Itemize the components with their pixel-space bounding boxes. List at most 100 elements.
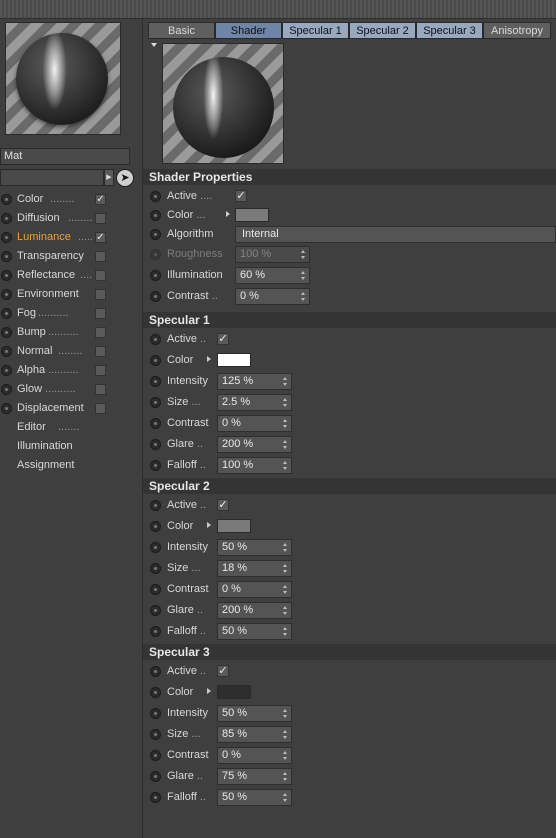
channel-color[interactable]: Color ........ ✓ [0, 190, 140, 209]
specular-intensity-field[interactable]: 125 % [217, 373, 292, 390]
specular-color-swatch[interactable] [217, 685, 251, 699]
anim-radio[interactable] [150, 771, 161, 782]
specular-color-swatch[interactable] [217, 519, 251, 533]
channel-luminance[interactable]: Luminance ........ ✓ [0, 228, 140, 247]
channel-checkbox[interactable] [95, 270, 106, 281]
anim-radio[interactable] [150, 355, 161, 366]
anim-radio[interactable] [150, 792, 161, 803]
shader-preview[interactable] [162, 43, 284, 164]
anim-radio[interactable] [150, 291, 161, 302]
contrast-field[interactable]: 0 % [235, 288, 310, 305]
color-expand-icon[interactable] [207, 522, 211, 528]
channel-radio[interactable] [1, 232, 12, 243]
channel-displacement[interactable]: Displacement [0, 399, 140, 418]
anim-radio[interactable] [150, 584, 161, 595]
anim-radio[interactable] [150, 542, 161, 553]
spinner-icon[interactable] [283, 627, 288, 636]
specular-intensity-field[interactable]: 50 % [217, 705, 292, 722]
illumination-item[interactable]: Illumination [0, 437, 140, 456]
channel-radio[interactable] [1, 384, 12, 395]
channel-fog[interactable]: Fog .......... [0, 304, 140, 323]
anim-radio[interactable] [150, 376, 161, 387]
color-expand-icon[interactable] [207, 356, 211, 362]
channel-environment[interactable]: Environment [0, 285, 140, 304]
spinner-icon[interactable] [301, 271, 306, 280]
specular-active-checkbox[interactable]: ✓ [217, 499, 229, 511]
tab-specular-3[interactable]: Specular 3 [416, 22, 483, 39]
spinner-icon[interactable] [283, 585, 288, 594]
shader-color-swatch[interactable] [235, 208, 269, 222]
anim-radio[interactable] [150, 460, 161, 471]
tab-specular-1[interactable]: Specular 1 [282, 22, 349, 39]
specular-active-checkbox[interactable]: ✓ [217, 665, 229, 677]
anim-radio[interactable] [150, 334, 161, 345]
anim-radio[interactable] [150, 500, 161, 511]
spinner-icon[interactable] [283, 730, 288, 739]
channel-radio[interactable] [1, 365, 12, 376]
spinner-icon[interactable] [283, 377, 288, 386]
specular-active-checkbox[interactable]: ✓ [217, 333, 229, 345]
specular-intensity-field[interactable]: 50 % [217, 539, 292, 556]
specular-size-field[interactable]: 18 % [217, 560, 292, 577]
channel-checkbox[interactable] [95, 251, 106, 262]
channel-checkbox[interactable] [95, 289, 106, 300]
spinner-icon[interactable] [283, 440, 288, 449]
channel-radio[interactable] [1, 289, 12, 300]
channel-checkbox[interactable] [95, 403, 106, 414]
channel-search-input[interactable] [0, 169, 104, 186]
specular-size-field[interactable]: 85 % [217, 726, 292, 743]
specular-falloff-field[interactable]: 100 % [217, 457, 292, 474]
anim-radio[interactable] [150, 708, 161, 719]
spinner-icon[interactable] [283, 606, 288, 615]
anim-radio[interactable] [150, 605, 161, 616]
specular-color-swatch[interactable] [217, 353, 251, 367]
color-expand-icon[interactable] [207, 688, 211, 694]
tab-basic[interactable]: Basic [148, 22, 215, 39]
channel-bump[interactable]: Bump .......... [0, 323, 140, 342]
algorithm-select[interactable]: Internal [235, 226, 556, 243]
channel-radio[interactable] [1, 213, 12, 224]
spinner-icon[interactable] [283, 751, 288, 760]
channel-radio[interactable] [1, 346, 12, 357]
anim-radio[interactable] [150, 626, 161, 637]
channel-checkbox[interactable] [95, 365, 106, 376]
spinner-icon[interactable] [283, 543, 288, 552]
specular-size-field[interactable]: 2.5 % [217, 394, 292, 411]
channel-transparency[interactable]: Transparency [0, 247, 140, 266]
material-preview[interactable] [5, 22, 121, 135]
spinner-icon[interactable] [283, 398, 288, 407]
anim-radio[interactable] [150, 397, 161, 408]
channel-radio[interactable] [1, 327, 12, 338]
illumination-field[interactable]: 60 % [235, 267, 310, 284]
spinner-icon[interactable] [283, 461, 288, 470]
specular-glare-field[interactable]: 75 % [217, 768, 292, 785]
specular-contrast-field[interactable]: 0 % [217, 581, 292, 598]
specular-falloff-field[interactable]: 50 % [217, 789, 292, 806]
anim-radio[interactable] [150, 687, 161, 698]
channel-checkbox[interactable]: ✓ [95, 232, 106, 243]
channel-glow[interactable]: Glow .......... [0, 380, 140, 399]
channel-radio[interactable] [1, 308, 12, 319]
spinner-icon[interactable] [283, 793, 288, 802]
channel-radio[interactable] [1, 194, 12, 205]
spinner-icon[interactable] [283, 772, 288, 781]
preview-menu-arrow-icon[interactable] [151, 43, 157, 47]
specular-contrast-field[interactable]: 0 % [217, 415, 292, 432]
spinner-icon[interactable] [283, 419, 288, 428]
anim-radio[interactable] [150, 521, 161, 532]
anim-radio[interactable] [150, 750, 161, 761]
channel-checkbox[interactable] [95, 213, 106, 224]
channel-checkbox[interactable] [95, 308, 106, 319]
anim-radio[interactable] [150, 729, 161, 740]
spinner-icon[interactable] [283, 709, 288, 718]
search-arrow-icon[interactable]: ▶ [104, 169, 114, 186]
tab-specular-2[interactable]: Specular 2 [349, 22, 416, 39]
specular-glare-field[interactable]: 200 % [217, 436, 292, 453]
color-expand-icon[interactable] [226, 211, 230, 217]
assignment-item[interactable]: Assignment [0, 456, 140, 475]
shader-active-checkbox[interactable]: ✓ [235, 190, 247, 202]
anim-radio[interactable] [150, 666, 161, 677]
pointer-icon[interactable]: ➤ [116, 169, 134, 187]
spinner-icon[interactable] [301, 292, 306, 301]
channel-checkbox[interactable] [95, 384, 106, 395]
